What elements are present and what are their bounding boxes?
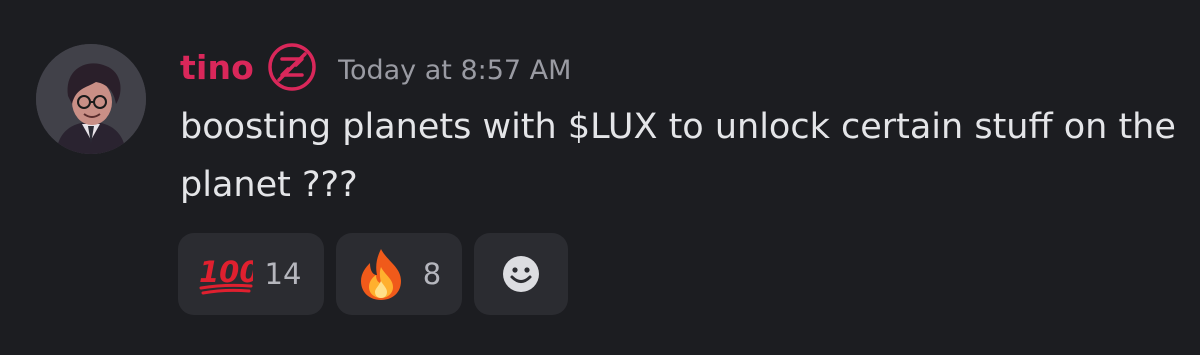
message-timestamp[interactable]: Today at 8:57 AM [338, 49, 571, 86]
avatar[interactable] [36, 44, 146, 154]
reaction-fire[interactable]: 8 [336, 233, 462, 315]
svg-text:100: 100 [199, 255, 253, 289]
smiley-face-icon [503, 256, 539, 292]
reaction-hundred-points[interactable]: 100 14 [178, 233, 324, 315]
reaction-count: 14 [264, 257, 302, 291]
avatar-image [36, 44, 146, 154]
message-header: tino Today at 8:57 AM [180, 42, 571, 92]
chat-message: tino Today at 8:57 AM boosting planets w… [0, 0, 1200, 355]
fire-emoji [360, 249, 401, 300]
boost-badge-icon[interactable] [266, 41, 318, 93]
message-content: boosting planets with $LUX to unlock cer… [180, 107, 1176, 205]
reactions-bar: 100 14 8 [178, 233, 568, 315]
add-reaction-button[interactable] [474, 233, 568, 315]
username[interactable]: tino [180, 48, 254, 87]
hundred-points-emoji: 100 [199, 255, 253, 295]
reaction-count: 8 [422, 257, 442, 291]
